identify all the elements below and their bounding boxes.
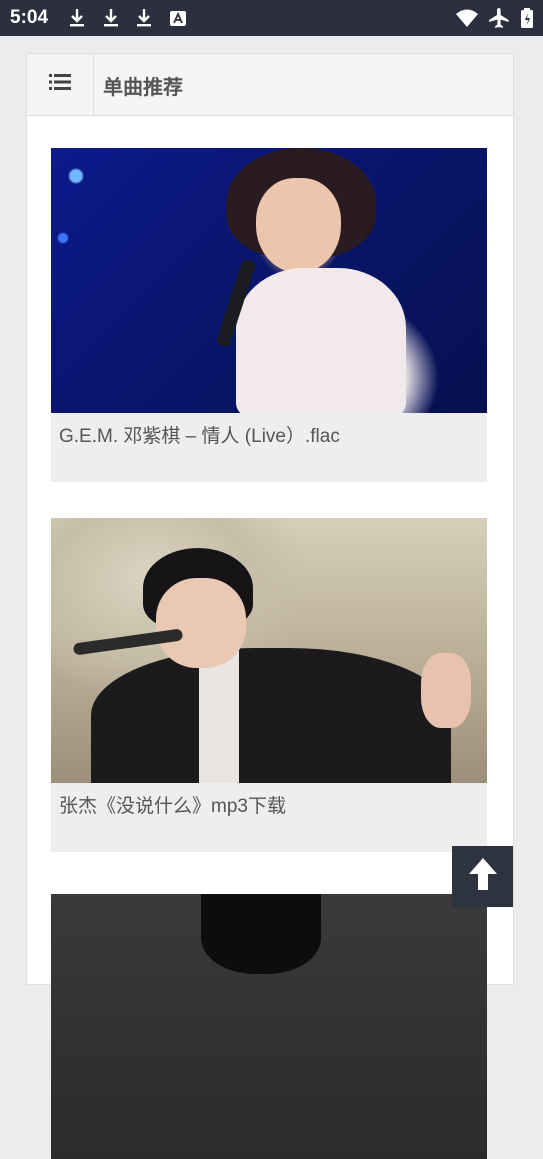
download-icon (135, 7, 153, 29)
singer-hand-shape (421, 653, 471, 728)
singer-face-shape (156, 578, 246, 668)
wifi-icon (455, 7, 479, 29)
download-icon (68, 7, 86, 29)
status-bar: 5:04 (0, 0, 543, 36)
song-title[interactable]: 张杰《没说什么》mp3下载 (51, 783, 487, 852)
list-icon (49, 73, 71, 96)
accessibility-a-icon (169, 7, 187, 29)
single-recommend-card: 单曲推荐 G.E.M. 邓紫棋 – 情人 (Live）.flac 张杰《没说什么… (26, 53, 514, 1159)
menu-button[interactable] (27, 54, 94, 115)
status-time: 5:04 (10, 7, 49, 28)
battery-icon (520, 7, 534, 29)
song-cover-image[interactable] (51, 518, 487, 783)
airplane-icon (488, 7, 510, 29)
song-cover-image[interactable] (51, 894, 487, 1159)
song-item[interactable]: 张杰《没说什么》mp3下载 (51, 518, 487, 852)
song-item[interactable] (51, 894, 487, 1159)
song-cover-image[interactable] (51, 148, 487, 413)
song-title[interactable]: G.E.M. 邓紫棋 – 情人 (Live）.flac (51, 413, 487, 482)
card-header: 单曲推荐 (27, 54, 513, 116)
singer-face-shape (256, 178, 341, 273)
arrow-up-icon (467, 856, 499, 897)
singer-suit-shape (91, 648, 451, 783)
song-item[interactable]: G.E.M. 邓紫棋 – 情人 (Live）.flac (51, 148, 487, 482)
singer-hair-shape (201, 894, 321, 974)
back-to-top-button[interactable] (452, 846, 513, 907)
singer-body-shape (236, 268, 406, 413)
card-title: 单曲推荐 (103, 77, 183, 99)
download-icon (102, 7, 120, 29)
